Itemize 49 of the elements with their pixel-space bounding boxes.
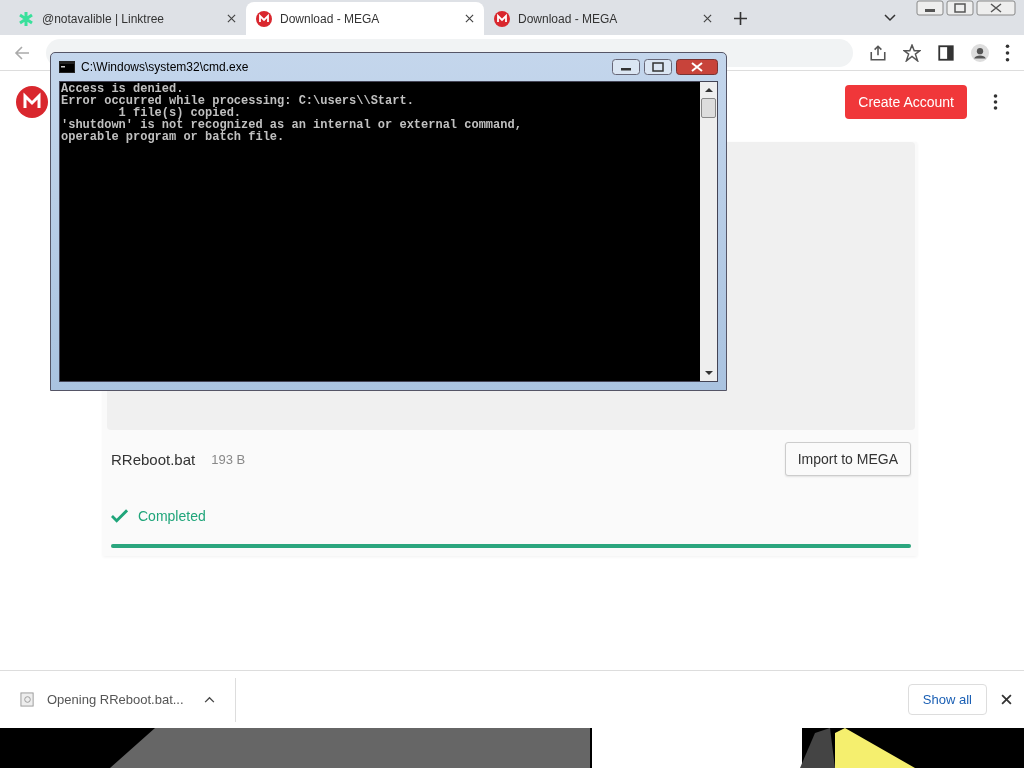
scroll-down-icon[interactable] <box>703 369 714 377</box>
show-all-button[interactable]: Show all <box>907 684 987 715</box>
side-panel-icon[interactable] <box>937 43 955 62</box>
console-line: Access is denied. <box>61 83 184 95</box>
asterisk-icon <box>18 10 34 27</box>
kebab-menu-icon[interactable] <box>993 94 998 110</box>
share-icon[interactable] <box>869 43 887 62</box>
import-button[interactable]: Import to MEGA <box>784 442 911 476</box>
download-item-text[interactable]: Opening RReboot.bat... <box>47 692 184 707</box>
file-name: RReboot.bat <box>111 450 196 468</box>
tab-title: Download - MEGA <box>518 11 619 26</box>
console-line: operable program or batch file. <box>61 131 286 143</box>
close-icon[interactable] <box>1001 694 1012 705</box>
console-line: Error occurred while processing: C:\users\\Start. <box>61 95 415 107</box>
scrollbar[interactable] <box>700 82 717 381</box>
star-icon[interactable] <box>903 43 921 62</box>
file-size: 193 B <box>211 451 246 467</box>
console-line: 1 file(s) copied. <box>118 107 242 119</box>
window-title: C:\Windows\system32\cmd.exe <box>81 60 249 74</box>
restore-icon[interactable] <box>946 0 974 16</box>
browser-tab[interactable]: Download - MEGA <box>246 2 484 35</box>
chevron-down-icon[interactable] <box>884 14 896 22</box>
check-icon <box>111 509 128 523</box>
mega-logo-icon[interactable] <box>16 86 48 118</box>
tab-title: Download - MEGA <box>280 11 381 26</box>
close-icon[interactable] <box>676 58 718 76</box>
chevron-up-icon[interactable] <box>203 696 215 703</box>
create-account-button[interactable]: Create Account <box>845 85 967 119</box>
scroll-thumb[interactable] <box>701 98 716 118</box>
close-icon[interactable] <box>976 0 1016 16</box>
close-icon[interactable] <box>703 14 712 23</box>
minimize-icon[interactable] <box>916 0 944 16</box>
maximize-icon[interactable] <box>644 59 672 75</box>
mega-logo-icon <box>256 10 272 27</box>
avatar-icon[interactable] <box>971 43 989 62</box>
browser-tab[interactable]: @notavalible | Linktree <box>8 2 246 35</box>
close-icon[interactable] <box>227 14 236 23</box>
file-icon <box>20 692 35 707</box>
console-icon <box>59 61 75 73</box>
browser-tab[interactable]: Download - MEGA <box>484 2 722 35</box>
kebab-menu-icon[interactable] <box>1005 43 1010 62</box>
minimize-icon[interactable] <box>612 59 640 75</box>
console-line: 'shutdown' is not recognized as an internal or external command, <box>61 119 523 131</box>
scroll-up-icon[interactable] <box>703 86 714 94</box>
tab-title: @notavalible | Linktree <box>42 11 166 26</box>
close-icon[interactable] <box>465 14 474 23</box>
status-text: Completed <box>138 508 206 524</box>
mega-logo-icon <box>494 10 510 27</box>
new-tab-icon[interactable] <box>734 12 747 25</box>
